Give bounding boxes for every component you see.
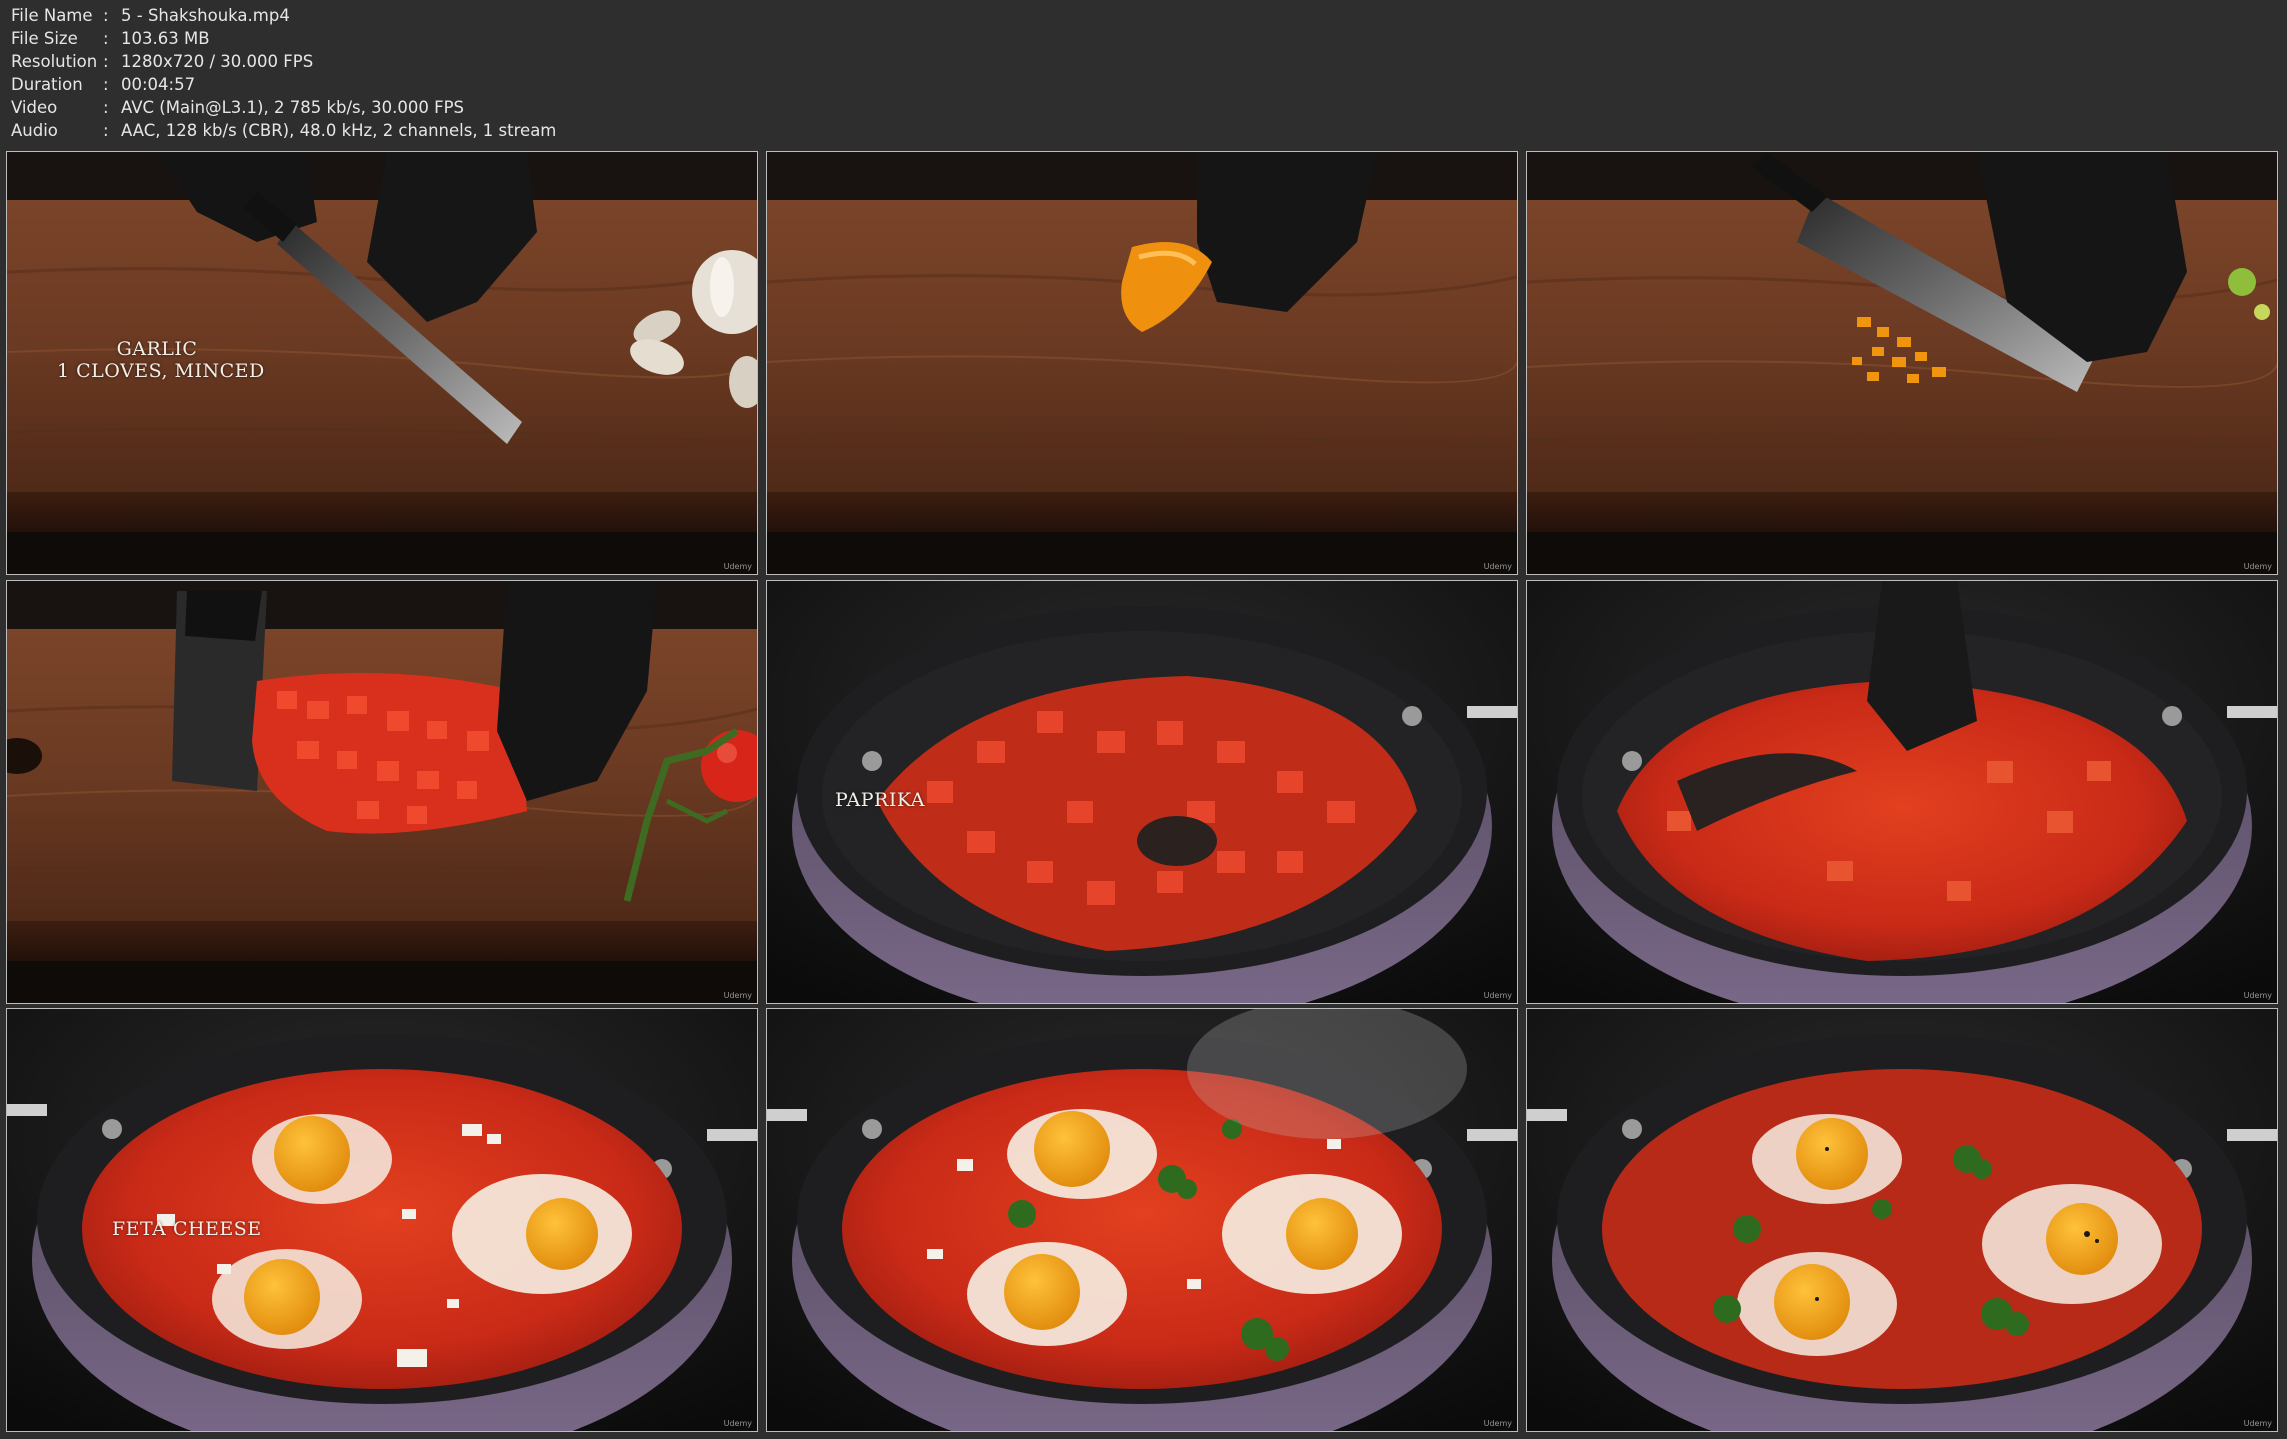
pan-scene (1527, 581, 2277, 1003)
info-value: 00:04:57 (121, 75, 196, 94)
info-value: 103.63 MB (121, 29, 210, 48)
info-separator: : (103, 98, 109, 117)
info-key: Video (11, 98, 58, 117)
info-value: AVC (Main@L3.1), 2 785 kb/s, 30.000 FPS (121, 98, 465, 117)
info-row-video: Video: AVC (Main@L3.1), 2 785 kb/s, 30.00… (11, 96, 556, 119)
video-thumbnail-4: Udemy (6, 580, 758, 1004)
board-scene (1527, 152, 2277, 574)
info-separator: : (103, 6, 109, 25)
info-row-resolution: Resolution:1280x720 / 30.000 FPS (11, 50, 556, 73)
udemy-watermark: Udemy (2243, 991, 2272, 1000)
udemy-watermark: Udemy (1483, 1419, 1512, 1428)
video-thumbnail-5: Paprika Udemy (766, 580, 1518, 1004)
info-row-file-size: File Size:103.63 MB (11, 27, 556, 50)
info-separator: : (103, 52, 109, 71)
info-value: 1280x720 / 30.000 FPS (121, 52, 314, 71)
info-separator: : (103, 121, 109, 140)
board-scene (767, 152, 1517, 574)
pan-scene (1527, 1009, 2277, 1431)
media-info-panel: File Name:5 - Shakshouka.mp4 File Size:1… (11, 4, 556, 142)
caption-line-1: Garlic (116, 338, 198, 360)
info-key: Duration (11, 75, 83, 94)
udemy-watermark: Udemy (1483, 562, 1512, 571)
video-thumbnail-6: Udemy (1526, 580, 2278, 1004)
video-thumbnail-7: Feta cheese Udemy (6, 1008, 758, 1432)
video-thumbnail-2: Udemy (766, 151, 1518, 575)
ingredient-caption: Paprika (835, 789, 926, 811)
udemy-watermark: Udemy (723, 562, 752, 571)
info-row-audio: Audio: AAC, 128 kb/s (CBR), 48.0 kHz, 2 c… (11, 119, 556, 142)
info-row-duration: Duration:00:04:57 (11, 73, 556, 96)
udemy-watermark: Udemy (1483, 991, 1512, 1000)
info-key: File Size (11, 29, 78, 48)
info-key: Audio (11, 121, 58, 140)
info-row-file-name: File Name:5 - Shakshouka.mp4 (11, 4, 556, 27)
board-scene (7, 581, 757, 1003)
info-separator: : (103, 75, 109, 94)
video-thumbnail-8: Udemy (766, 1008, 1518, 1432)
ingredient-caption: Garlic 1 cloves, minced (57, 338, 265, 382)
udemy-watermark: Udemy (2243, 1419, 2272, 1428)
caption-line-2: 1 cloves, minced (57, 360, 265, 382)
video-thumbnail-9: Udemy (1526, 1008, 2278, 1432)
info-value: 5 - Shakshouka.mp4 (121, 6, 290, 25)
udemy-watermark: Udemy (2243, 562, 2272, 571)
info-key: Resolution (11, 52, 98, 71)
video-thumbnail-3: Udemy (1526, 151, 2278, 575)
pan-scene (767, 1009, 1517, 1431)
info-value: AAC, 128 kb/s (CBR), 48.0 kHz, 2 channel… (121, 121, 557, 140)
udemy-watermark: Udemy (723, 991, 752, 1000)
info-separator: : (103, 29, 109, 48)
udemy-watermark: Udemy (723, 1419, 752, 1428)
info-key: File Name (11, 6, 93, 25)
video-thumbnail-1: Garlic 1 cloves, minced Udemy (6, 151, 758, 575)
ingredient-caption: Feta cheese (112, 1218, 262, 1240)
